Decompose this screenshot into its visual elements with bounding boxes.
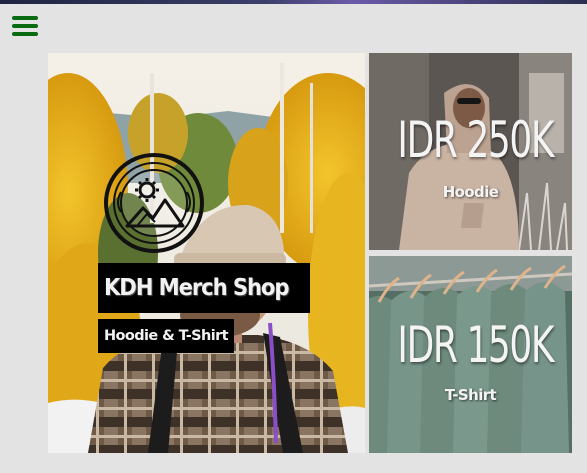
mountain-gear-emblem-icon bbox=[104, 153, 204, 253]
shop-title: KDH Merch Shop bbox=[104, 275, 289, 301]
tshirt-label: T-Shirt bbox=[444, 386, 497, 404]
shop-title-box: KDH Merch Shop bbox=[98, 263, 311, 313]
hero-banner[interactable]: KDH Merch Shop Hoodie & T-Shirt bbox=[48, 53, 365, 453]
shop-subtitle: Hoodie & T-Shirt bbox=[104, 328, 229, 344]
top-border bbox=[0, 0, 587, 4]
shop-subtitle-box: Hoodie & T-Shirt bbox=[98, 319, 234, 353]
hoodie-label: Hoodie bbox=[442, 183, 499, 201]
product-card-tshirt[interactable]: IDR 150K T-Shirt bbox=[369, 256, 572, 453]
product-card-hoodie[interactable]: IDR 250K Hoodie bbox=[369, 53, 572, 250]
hero-photo bbox=[48, 53, 365, 453]
hoodie-price: IDR 250K bbox=[397, 111, 554, 169]
hamburger-menu-icon[interactable] bbox=[11, 14, 39, 38]
tshirt-price: IDR 150K bbox=[397, 316, 554, 374]
